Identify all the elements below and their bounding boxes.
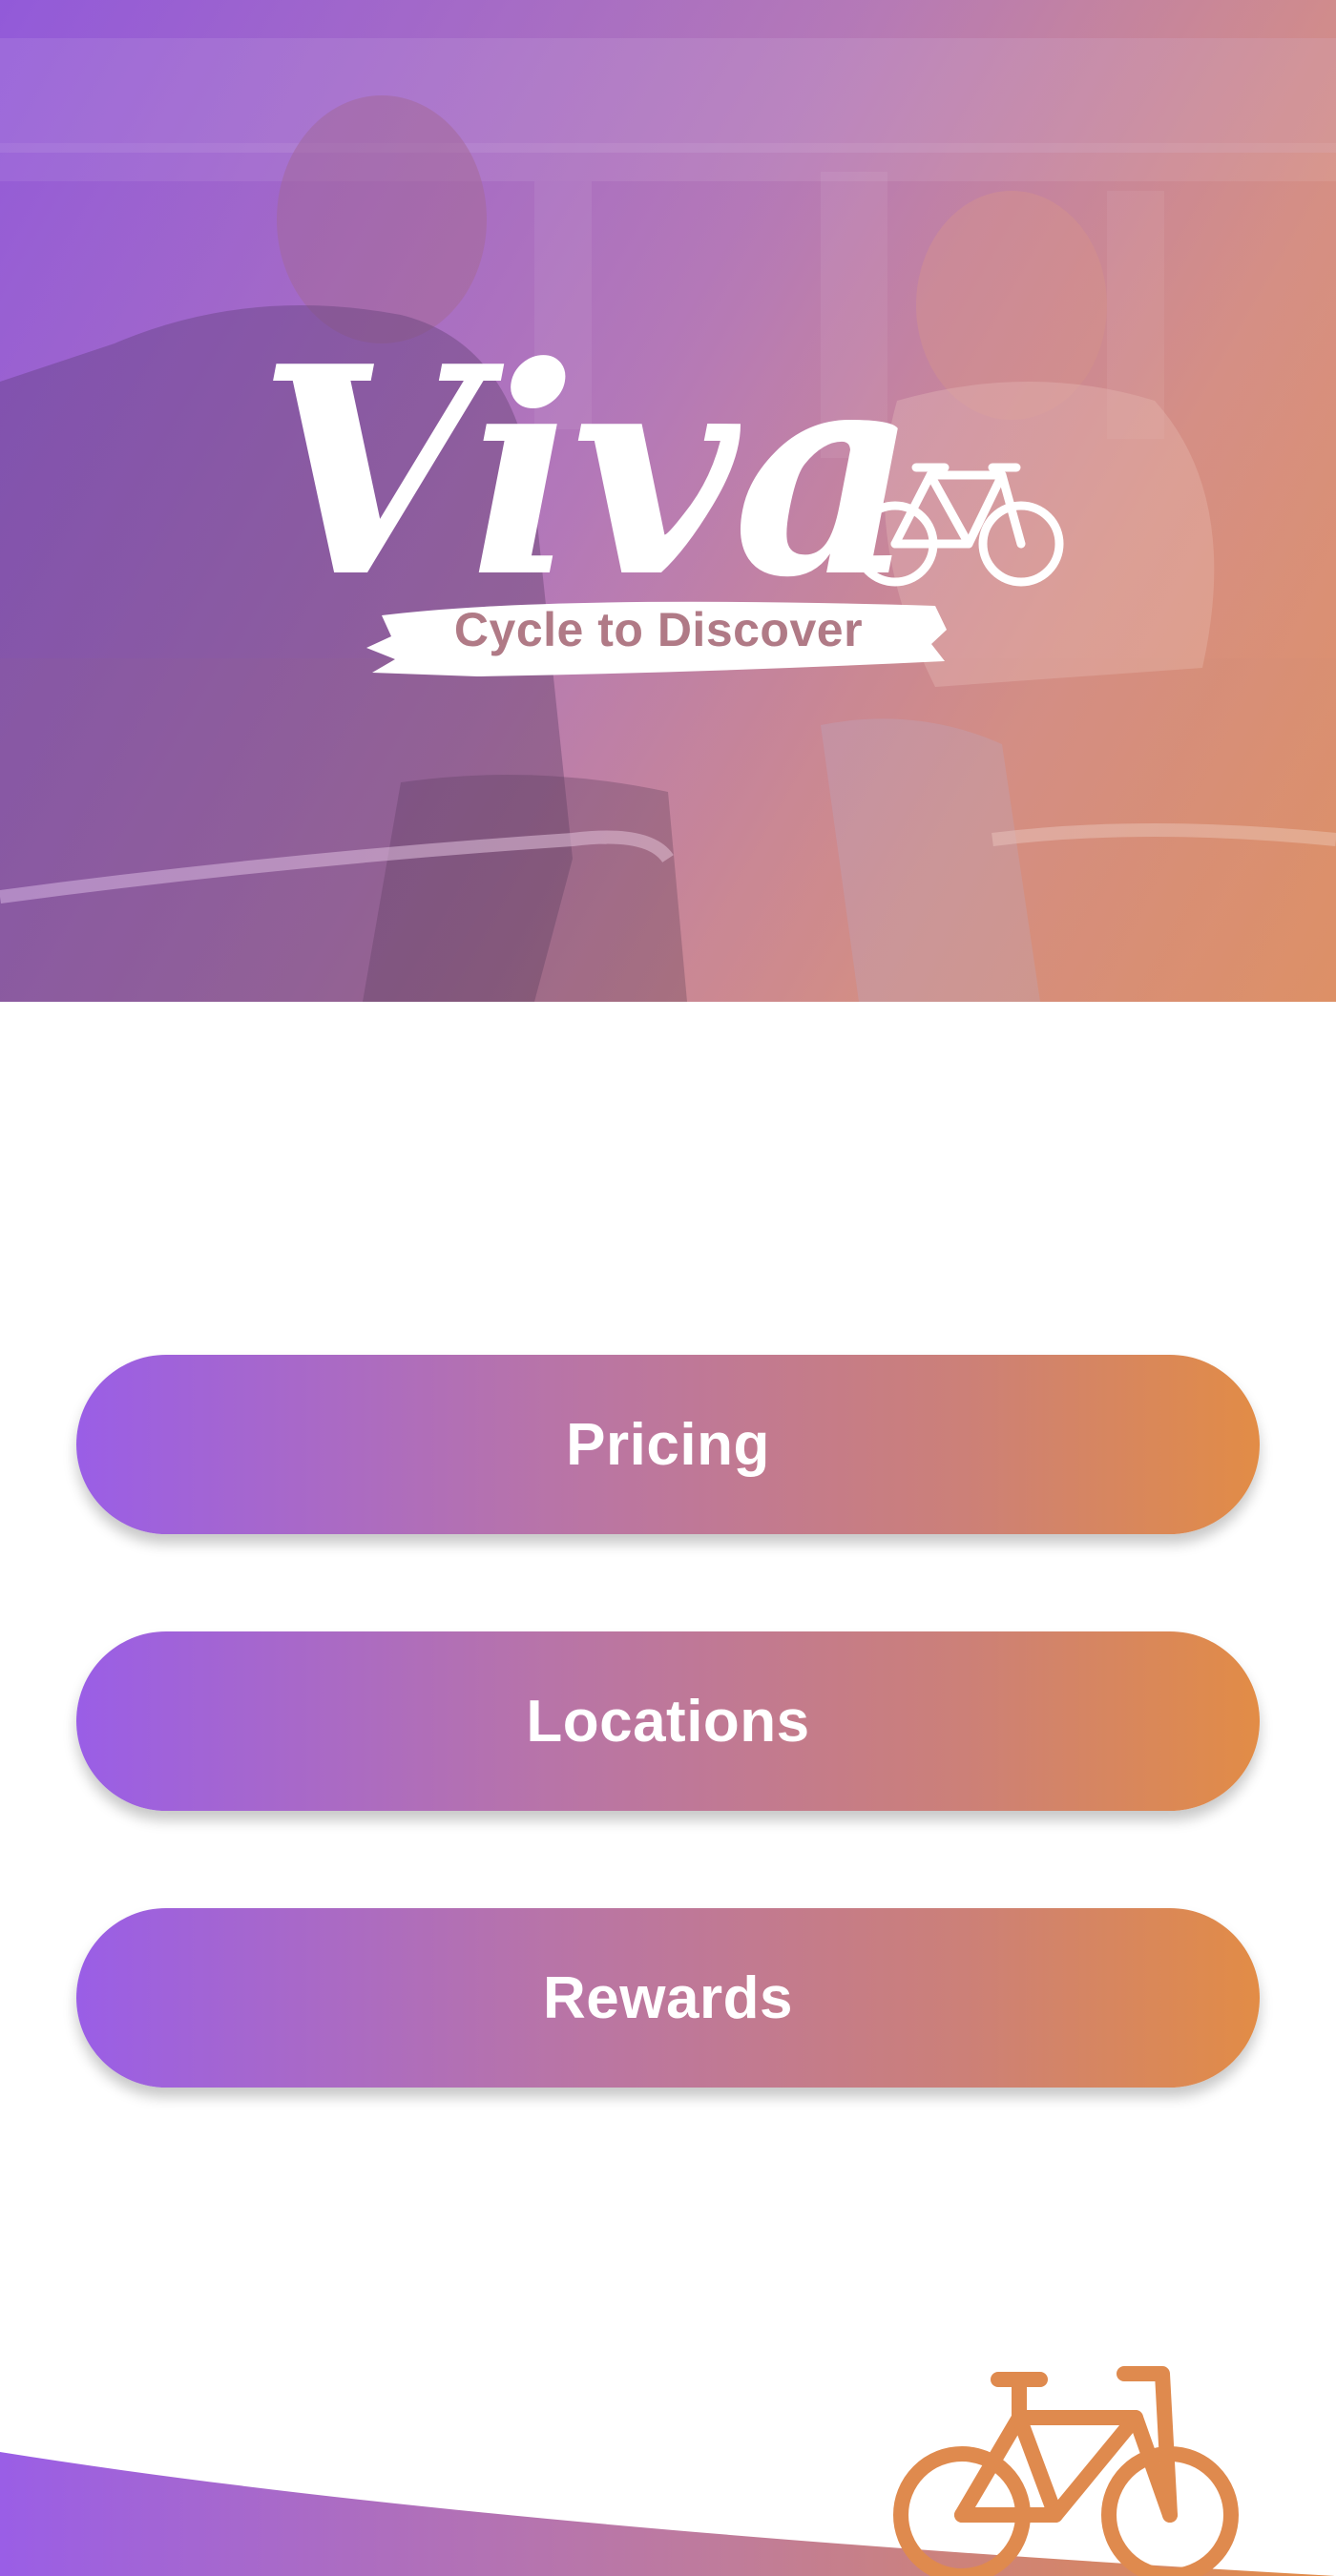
brand-tagline: Cycle to Discover: [453, 603, 864, 656]
main-menu: Pricing Locations Rewards: [76, 1355, 1260, 2185]
logo-wordmark: Viva: [258, 305, 1064, 592]
brand-name: Viva: [258, 305, 912, 592]
locations-button[interactable]: Locations: [76, 1631, 1260, 1811]
bicycle-icon: [893, 2366, 1239, 2576]
pricing-button[interactable]: Pricing: [76, 1355, 1260, 1534]
rewards-button[interactable]: Rewards: [76, 1908, 1260, 2088]
hero-banner: Viva Cycle to Discover: [0, 0, 1336, 1002]
brand-logo: Viva Cycle to Discover: [258, 305, 1069, 696]
